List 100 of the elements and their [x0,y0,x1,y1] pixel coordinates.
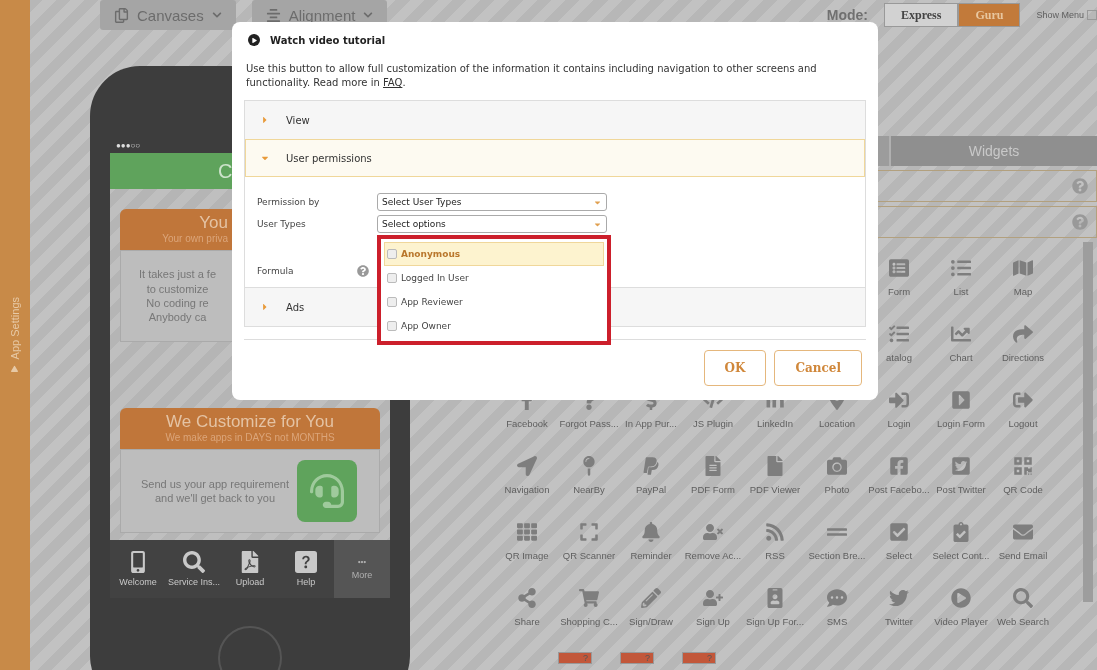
dialog-button[interactable]: OK [703,350,767,386]
phone-tab[interactable]: Welcome [110,540,166,598]
chart-icon[interactable] [951,324,971,344]
widget-label[interactable]: List [953,286,969,297]
section-header[interactable]: View [245,101,865,139]
speech-bubble-icon[interactable] [827,588,847,608]
bell-icon[interactable] [641,522,661,542]
clipboard-check-icon[interactable] [951,522,971,542]
logout-icon[interactable] [1013,390,1033,410]
widgets-tab[interactable]: Widgets [889,136,1097,166]
play-icon[interactable] [951,588,971,608]
twitter-icon[interactable] [951,456,971,476]
remove-user-icon[interactable] [703,522,723,542]
widget-label[interactable]: Post Twitter [936,484,986,495]
help-icon[interactable] [1072,214,1088,230]
curved-arrow-icon[interactable] [1013,324,1033,344]
list-icon[interactable] [951,258,971,278]
widget-label[interactable]: PayPal [635,484,667,495]
dialog-button[interactable]: Cancel [774,350,862,386]
widget-label[interactable]: Select [885,550,913,561]
widget-label[interactable]: Forgot Pass... [559,418,619,429]
navigation-icon[interactable] [517,456,537,476]
widget-label[interactable]: Send Email [998,550,1048,561]
checkbox[interactable] [387,297,397,307]
widget-label[interactable]: Sign Up [696,616,730,627]
checkbox[interactable] [387,249,397,259]
rss-icon[interactable] [765,522,785,542]
video-tutorial-link[interactable]: Watch video tutorial [244,30,390,50]
widget-label[interactable]: QR Image [505,550,549,561]
widget-label[interactable]: Post Facebo... [868,484,930,495]
grid-icon[interactable] [517,522,537,542]
id-badge-icon[interactable] [765,588,785,608]
widget-label[interactable]: Video Player [934,616,988,627]
widget-label[interactable]: Sign Up For... [745,616,805,627]
widget-label[interactable]: atalog [886,352,912,363]
map-icon[interactable] [1013,258,1033,278]
option-item[interactable]: Anonymous [384,242,604,266]
widget-label[interactable]: Reminder [630,550,672,561]
widget-label[interactable]: PDF Viewer [749,484,801,495]
checkbox-icon[interactable] [889,522,909,542]
widget-label[interactable]: Login [887,418,911,429]
widget-label[interactable]: Login Form [936,418,986,429]
select-field[interactable]: Select options [377,215,607,233]
widget-label[interactable]: Photo [824,484,850,495]
add-user-icon[interactable] [703,588,723,608]
checklist-icon[interactable] [889,324,909,344]
show-menu-toggle[interactable]: Show Menu [1036,10,1097,20]
widget-label[interactable]: SMS [826,616,848,627]
pencil-icon[interactable] [641,588,661,608]
document-icon[interactable] [703,456,723,476]
scrollbar[interactable] [1083,242,1093,602]
widget-label[interactable]: Sign/Draw [629,616,673,627]
login-icon[interactable] [889,390,909,410]
widget-label[interactable]: Twitter [885,616,913,627]
select-field[interactable]: Select User Types [377,193,607,211]
widget-label[interactable]: Logout [1008,418,1038,429]
help-icon[interactable] [1072,178,1088,194]
mode-button[interactable]: Express [884,3,959,27]
search-icon[interactable] [1013,588,1033,608]
widget-label[interactable]: Navigation [504,484,550,495]
camera-icon[interactable] [827,456,847,476]
widget-label[interactable]: Location [819,418,855,429]
phone-tab[interactable]: Upload [222,540,278,598]
phone-tab[interactable]: Help [278,540,334,598]
widget-label[interactable]: PDF Form [691,484,735,495]
widget-label[interactable]: Facebook [506,418,548,429]
widget-label[interactable]: Select Cont... [932,550,990,561]
widget-label[interactable]: QR Code [1003,484,1043,495]
widget-label[interactable]: LinkedIn [757,418,793,429]
widget-label[interactable]: JS Plugin [692,418,734,429]
twitter-icon[interactable] [889,588,909,608]
widget-label[interactable]: Form [887,286,911,297]
widget-label[interactable]: RSS [765,550,785,561]
widget-label[interactable]: In App Pur... [625,418,677,429]
share-icon[interactable] [517,588,537,608]
widget-label[interactable]: Shopping C... [560,616,618,627]
widget-label[interactable]: Share [514,616,540,627]
checkbox[interactable] [387,273,397,283]
phone-tab[interactable]: More [334,540,390,598]
widget-label[interactable]: QR Scanner [562,550,616,561]
scanner-icon[interactable] [579,522,599,542]
envelope-icon[interactable] [1013,522,1033,542]
section-header[interactable]: User permissions [245,139,865,177]
paypal-icon[interactable] [641,456,661,476]
widget-label[interactable]: Chart [949,352,973,363]
widget-label[interactable]: Web Search [996,616,1050,627]
mode-button[interactable]: Guru [958,3,1021,27]
widget-label[interactable]: Remove Ac... [684,550,742,561]
phone-tab[interactable]: Service Ins... [166,540,222,598]
widget-label[interactable]: Section Bre... [808,550,866,561]
form-icon[interactable] [889,258,909,278]
widget-label[interactable]: Directions [1001,352,1045,363]
widget-label[interactable]: NearBy [573,484,605,495]
toolbar-button[interactable]: Canvases [100,0,236,30]
qr-code-icon[interactable] [1013,456,1033,476]
help-icon[interactable] [357,265,369,277]
file-icon[interactable] [765,456,785,476]
widget-label[interactable]: Map [1013,286,1033,297]
cart-icon[interactable] [579,588,599,608]
checkbox[interactable] [1087,10,1097,20]
